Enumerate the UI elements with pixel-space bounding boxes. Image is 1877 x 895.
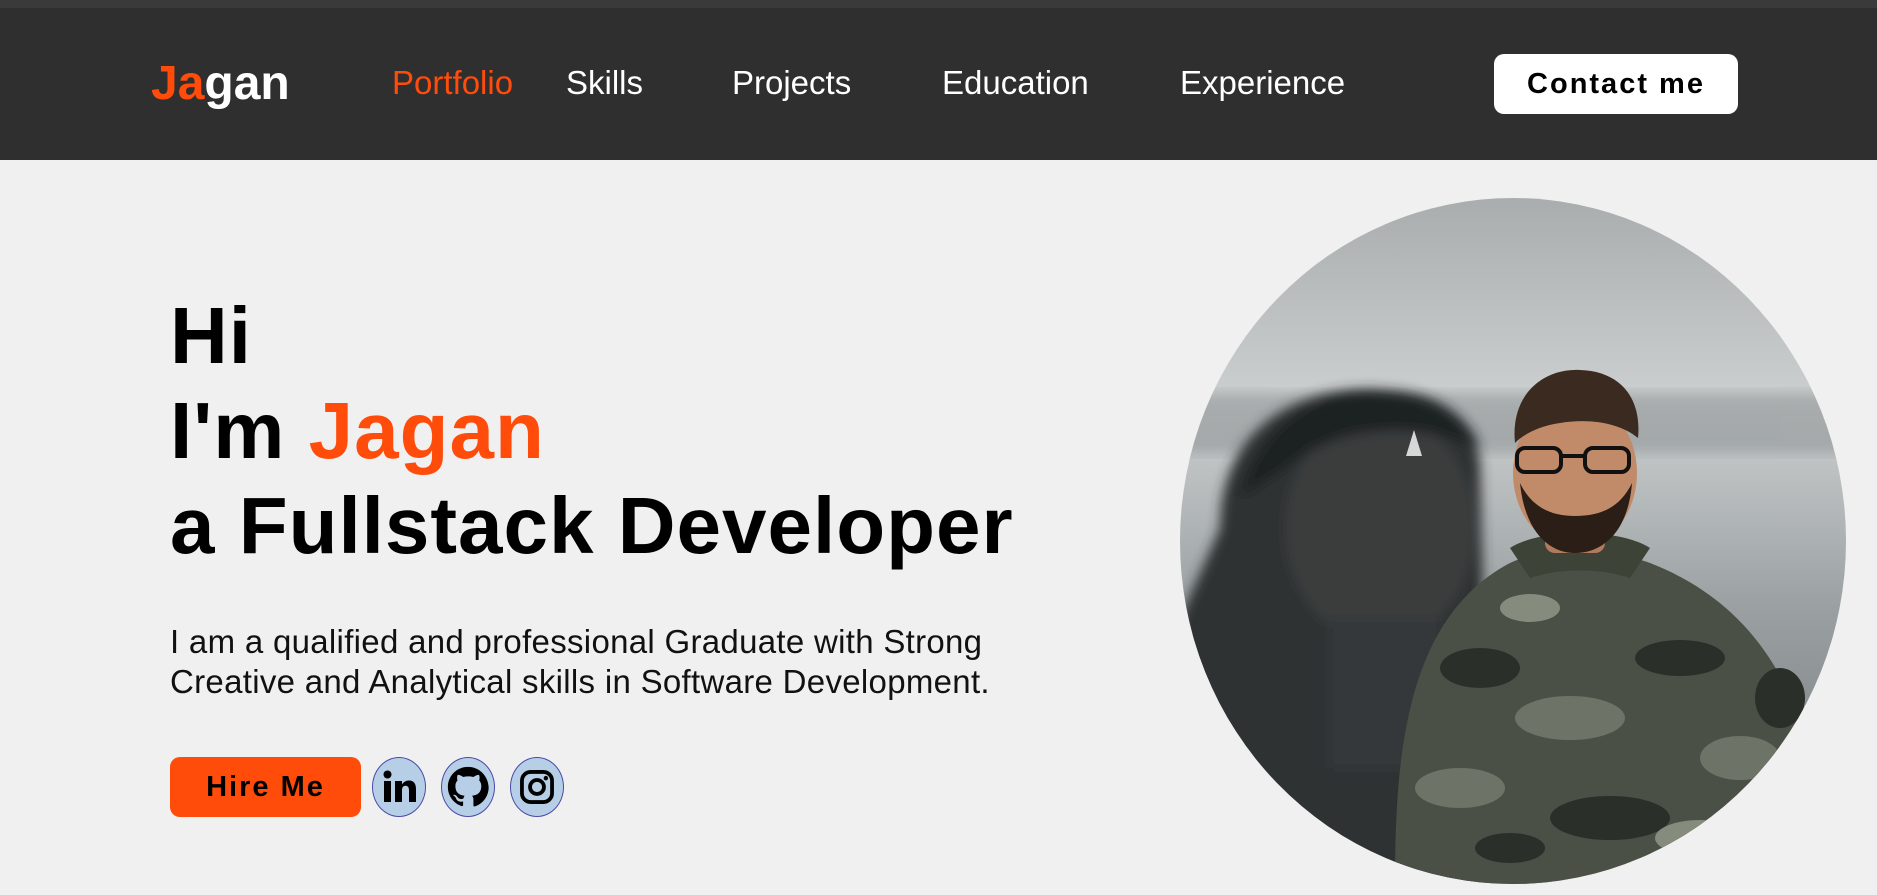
- nav-experience[interactable]: Experience: [1180, 66, 1345, 99]
- github-icon: [447, 766, 489, 807]
- nav-education[interactable]: Education: [942, 66, 1089, 99]
- logo-rest: gan: [204, 57, 290, 110]
- nav-portfolio[interactable]: Portfolio: [392, 66, 513, 99]
- logo[interactable]: Jagan: [151, 60, 290, 108]
- profile-photo-art: [1180, 198, 1846, 884]
- navbar: Jagan Portfolio Skills Projects Educatio…: [0, 8, 1877, 160]
- linkedin-icon: [383, 770, 416, 802]
- hero-greeting: Hi: [170, 291, 252, 380]
- hero-intro: I'm Jagan: [170, 391, 545, 471]
- hero-name: Jagan: [308, 386, 545, 475]
- hero-role: a Fullstack Developer: [170, 481, 1014, 570]
- hero-intro-prefix: I'm: [170, 386, 309, 475]
- logo-accent: Ja: [151, 57, 205, 110]
- nav-projects[interactable]: Projects: [732, 66, 851, 99]
- hire-me-button[interactable]: Hire Me: [170, 757, 361, 817]
- nav-skills[interactable]: Skills: [566, 66, 643, 99]
- linkedin-link[interactable]: [372, 757, 426, 817]
- hero-description: I am a qualified and professional Gradua…: [170, 623, 990, 700]
- github-link[interactable]: [441, 757, 495, 817]
- instagram-icon: [520, 770, 554, 804]
- instagram-link[interactable]: [510, 757, 564, 817]
- contact-me-button[interactable]: Contact me: [1494, 54, 1738, 114]
- profile-photo: [1180, 198, 1846, 884]
